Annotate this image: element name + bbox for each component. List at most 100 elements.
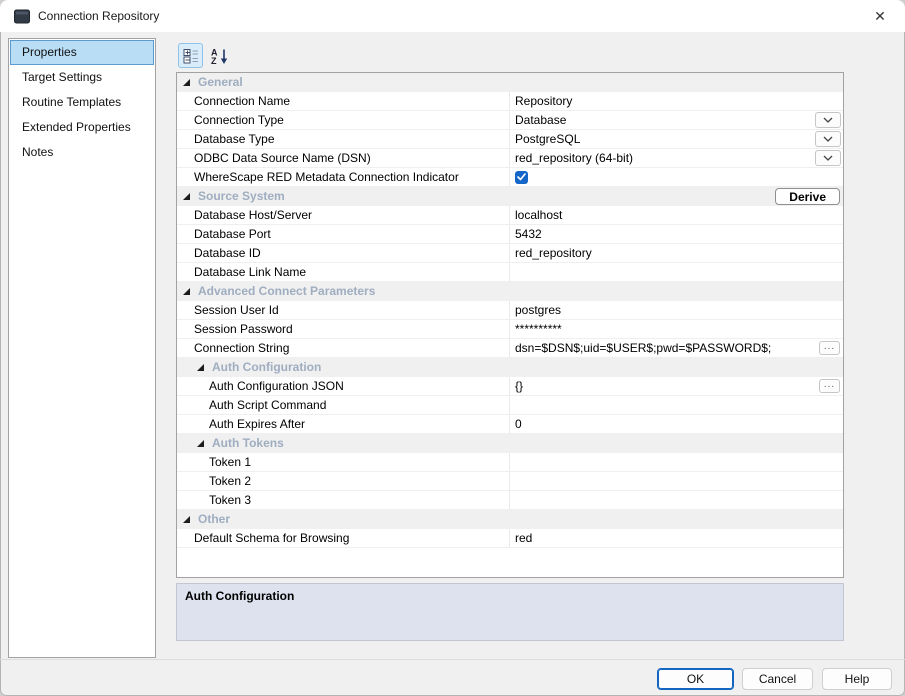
property-value-text: PostgreSQL (515, 130, 580, 148)
expander-icon[interactable] (183, 288, 190, 295)
property-value[interactable] (509, 453, 843, 471)
category-row-source-system[interactable]: Source System Derive (177, 187, 843, 206)
property-row-database-id: Database IDred_repository (177, 244, 843, 263)
description-title: Auth Configuration (185, 589, 835, 603)
property-row-auth-configuration-json: Auth Configuration JSON{}... (177, 377, 843, 396)
property-name: Default Schema for Browsing (177, 529, 509, 547)
property-value[interactable]: Database (509, 111, 843, 129)
property-value[interactable]: ********** (509, 320, 843, 338)
property-value[interactable]: PostgreSQL (509, 130, 843, 148)
property-value[interactable]: postgres (509, 301, 843, 319)
property-row-odbc-data-source-name-dsn: ODBC Data Source Name (DSN) red_repositor… (177, 149, 843, 168)
property-value[interactable] (509, 263, 843, 281)
property-value[interactable]: {}... (509, 377, 843, 395)
app-icon (14, 9, 30, 24)
property-row-token-3: Token 3 (177, 491, 843, 510)
property-row-token-2: Token 2 (177, 472, 843, 491)
ellipsis-button[interactable]: ... (819, 379, 840, 393)
property-name: Connection Name (177, 92, 509, 110)
property-row-database-host-server: Database Host/Serverlocalhost (177, 206, 843, 225)
expander-icon[interactable] (183, 79, 190, 86)
property-row-database-type: Database TypePostgreSQL (177, 130, 843, 149)
category-row-general[interactable]: General (177, 73, 843, 92)
property-value[interactable]: dsn=$DSN$;uid=$USER$;pwd=$PASSWORD$;... (509, 339, 843, 357)
property-name: Session User Id (177, 301, 509, 319)
property-value-text: 0 (515, 415, 522, 433)
property-row-database-link-name: Database Link Name (177, 263, 843, 282)
property-value[interactable] (509, 168, 843, 186)
property-row-auth-script-command: Auth Script Command (177, 396, 843, 415)
property-value[interactable] (509, 472, 843, 490)
dropdown-button[interactable] (815, 112, 841, 128)
property-name: Connection Type (177, 111, 509, 129)
description-panel: Auth Configuration (176, 583, 844, 641)
property-name: Auth Script Command (177, 396, 509, 414)
property-value[interactable]: red_repository (509, 244, 843, 262)
property-value[interactable] (509, 491, 843, 509)
category-row-advanced-connect-parameters[interactable]: Advanced Connect Parameters (177, 282, 843, 301)
sidebar-item-properties[interactable]: Properties (10, 40, 154, 65)
property-name: Connection String (177, 339, 509, 357)
property-name: Database ID (177, 244, 509, 262)
footer-divider (0, 659, 905, 660)
expander-icon[interactable] (183, 193, 190, 200)
help-button[interactable]: Help (822, 668, 892, 690)
dropdown-button[interactable] (815, 150, 841, 166)
property-value-text: postgres (515, 301, 561, 319)
property-row-auth-expires-after: Auth Expires After 0 (177, 415, 843, 434)
property-name: ODBC Data Source Name (DSN) (177, 149, 509, 167)
property-value[interactable]: 0 (509, 415, 843, 433)
property-value-text: {} (515, 377, 523, 395)
property-value[interactable]: Repository (509, 92, 843, 110)
property-name: Database Port (177, 225, 509, 243)
property-value-text: dsn=$DSN$;uid=$USER$;pwd=$PASSWORD$; (515, 339, 771, 357)
property-value[interactable]: 5432 (509, 225, 843, 243)
category-row-other[interactable]: Other (177, 510, 843, 529)
sidebar-item-extended-properties[interactable]: Extended Properties (10, 115, 154, 140)
expander-icon[interactable] (183, 516, 190, 523)
category-label: Auth Tokens (177, 434, 284, 452)
property-value-text: red_repository (64-bit) (515, 149, 633, 167)
property-row-token-1: Token 1 (177, 453, 843, 472)
property-row-connection-name: Connection NameRepository (177, 92, 843, 111)
cancel-button[interactable]: Cancel (742, 668, 813, 690)
expander-icon[interactable] (197, 364, 204, 371)
dropdown-button[interactable] (815, 131, 841, 147)
ok-button[interactable]: OK (657, 668, 734, 690)
property-value[interactable] (509, 396, 843, 414)
window-title: Connection Repository (38, 0, 159, 32)
property-value[interactable]: red (509, 529, 843, 547)
sidebar: PropertiesTarget SettingsRoutine Templat… (8, 38, 156, 658)
property-value-text: ********** (515, 320, 562, 338)
property-row-connection-string: Connection Stringdsn=$DSN$;uid=$USER$;pw… (177, 339, 843, 358)
property-name: Token 3 (177, 491, 509, 509)
category-row-auth-configuration[interactable]: Auth Configuration (177, 358, 843, 377)
categorized-view-icon[interactable] (178, 43, 203, 68)
expander-icon[interactable] (197, 440, 204, 447)
property-name: Auth Configuration JSON (177, 377, 509, 395)
property-row-database-port: Database Port 5432 (177, 225, 843, 244)
ellipsis-button[interactable]: ... (819, 341, 840, 355)
property-name: Token 2 (177, 472, 509, 490)
property-name: Token 1 (177, 453, 509, 471)
sort-alphabetical-icon[interactable]: A Z (207, 43, 232, 68)
property-value[interactable]: red_repository (64-bit) (509, 149, 843, 167)
property-value-text: localhost (515, 206, 562, 224)
derive-button[interactable]: Derive (775, 188, 840, 205)
category-label: Source System (177, 187, 285, 205)
checkbox-checked-icon[interactable] (515, 171, 528, 184)
property-value-text: red (515, 529, 532, 547)
close-button[interactable]: ✕ (863, 2, 897, 30)
sidebar-item-notes[interactable]: Notes (10, 140, 154, 165)
property-value[interactable]: localhost (509, 206, 843, 224)
property-name: WhereScape RED Metadata Connection Indic… (177, 168, 509, 186)
property-value-text: 5432 (515, 225, 542, 243)
connection-repository-dialog: Connection Repository ✕ PropertiesTarget… (0, 0, 905, 696)
property-name: Auth Expires After (177, 415, 509, 433)
sidebar-item-routine-templates[interactable]: Routine Templates (10, 90, 154, 115)
property-row-connection-type: Connection TypeDatabase (177, 111, 843, 130)
property-name: Database Link Name (177, 263, 509, 281)
title-bar[interactable]: Connection Repository ✕ (0, 0, 905, 32)
sidebar-item-target-settings[interactable]: Target Settings (10, 65, 154, 90)
category-row-auth-tokens[interactable]: Auth Tokens (177, 434, 843, 453)
